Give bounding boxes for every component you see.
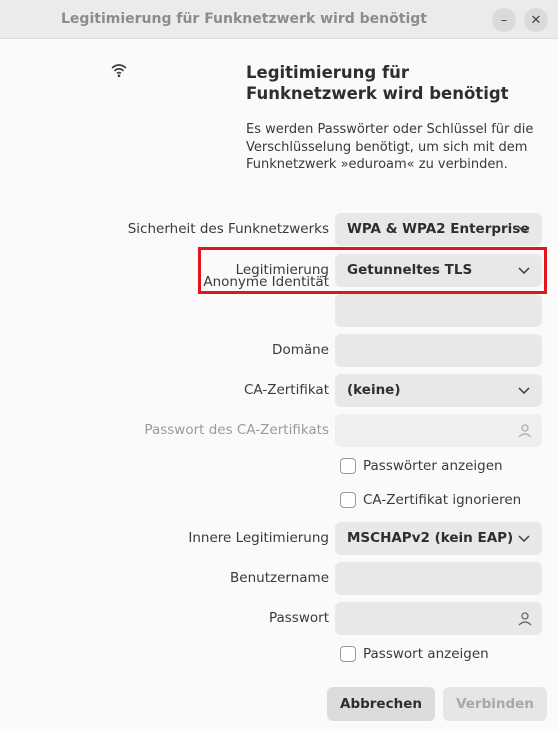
auth-dropdown[interactable]: Getunneltes TLS <box>335 254 542 287</box>
username-input[interactable] <box>335 562 542 595</box>
show-password-checkbox[interactable]: Passwort anzeigen <box>340 646 489 662</box>
ca-cert-value: (keine) <box>347 382 401 398</box>
inner-auth-value: MSCHAPv2 (kein EAP) <box>347 530 514 546</box>
security-dropdown[interactable]: WPA & WPA2 Enterprise <box>335 213 542 246</box>
minimize-button[interactable]: – <box>492 8 516 32</box>
window-title: Legitimierung für Funknetzwerk wird benö… <box>61 11 427 27</box>
password-input[interactable] <box>335 602 542 635</box>
ca-password-label: Passwort des CA-Zertifikats <box>144 422 329 438</box>
wifi-auth-dialog: Legitimierung für Funknetzwerk wird benö… <box>0 0 558 731</box>
password-label: Passwort <box>268 610 329 626</box>
cancel-button[interactable]: Abbrechen <box>327 687 435 721</box>
checkbox-box[interactable] <box>340 492 356 508</box>
chevron-down-icon <box>518 267 530 275</box>
connect-button[interactable]: Verbinden <box>443 687 547 721</box>
ca-password-input[interactable] <box>335 414 542 447</box>
wifi-icon <box>111 64 127 78</box>
checkbox-box[interactable] <box>340 646 356 662</box>
ca-cert-label: CA-Zertifikat <box>243 382 329 398</box>
title-bar: Legitimierung für Funknetzwerk wird benö… <box>0 0 558 39</box>
show-passwords-label: Passwörter anzeigen <box>363 458 503 474</box>
chevron-down-icon <box>518 226 530 234</box>
chevron-down-icon <box>518 387 530 395</box>
close-button[interactable]: ✕ <box>524 8 548 32</box>
security-label: Sicherheit des Funknetzwerks <box>127 221 329 237</box>
show-passwords-checkbox[interactable]: Passwörter anzeigen <box>340 458 503 474</box>
inner-auth-label: Innere Legitimierung <box>188 530 329 546</box>
username-label: Benutzername <box>230 570 329 586</box>
ca-cert-dropdown[interactable]: (keine) <box>335 374 542 407</box>
security-value: WPA & WPA2 Enterprise <box>347 221 530 237</box>
auth-value: Getunneltes TLS <box>347 262 473 278</box>
domain-input[interactable] <box>335 334 542 367</box>
ignore-ca-checkbox[interactable]: CA-Zertifikat ignorieren <box>340 492 521 508</box>
inner-auth-dropdown[interactable]: MSCHAPv2 (kein EAP) <box>335 522 542 555</box>
domain-label: Domäne <box>272 342 329 358</box>
dialog-heading: Legitimierung für Funknetzwerk wird benö… <box>246 63 509 103</box>
chevron-down-icon <box>518 535 530 543</box>
anon-identity-label: Anonyme Identität <box>203 274 329 290</box>
anon-identity-input[interactable] <box>335 294 542 327</box>
dialog-description: Es werden Passwörter oder Schlüssel für … <box>246 122 534 172</box>
ignore-ca-label: CA-Zertifikat ignorieren <box>363 492 522 508</box>
checkbox-box[interactable] <box>340 458 356 474</box>
user-icon[interactable] <box>516 422 534 440</box>
show-password-label: Passwort anzeigen <box>363 646 489 662</box>
user-icon[interactable] <box>516 610 534 628</box>
